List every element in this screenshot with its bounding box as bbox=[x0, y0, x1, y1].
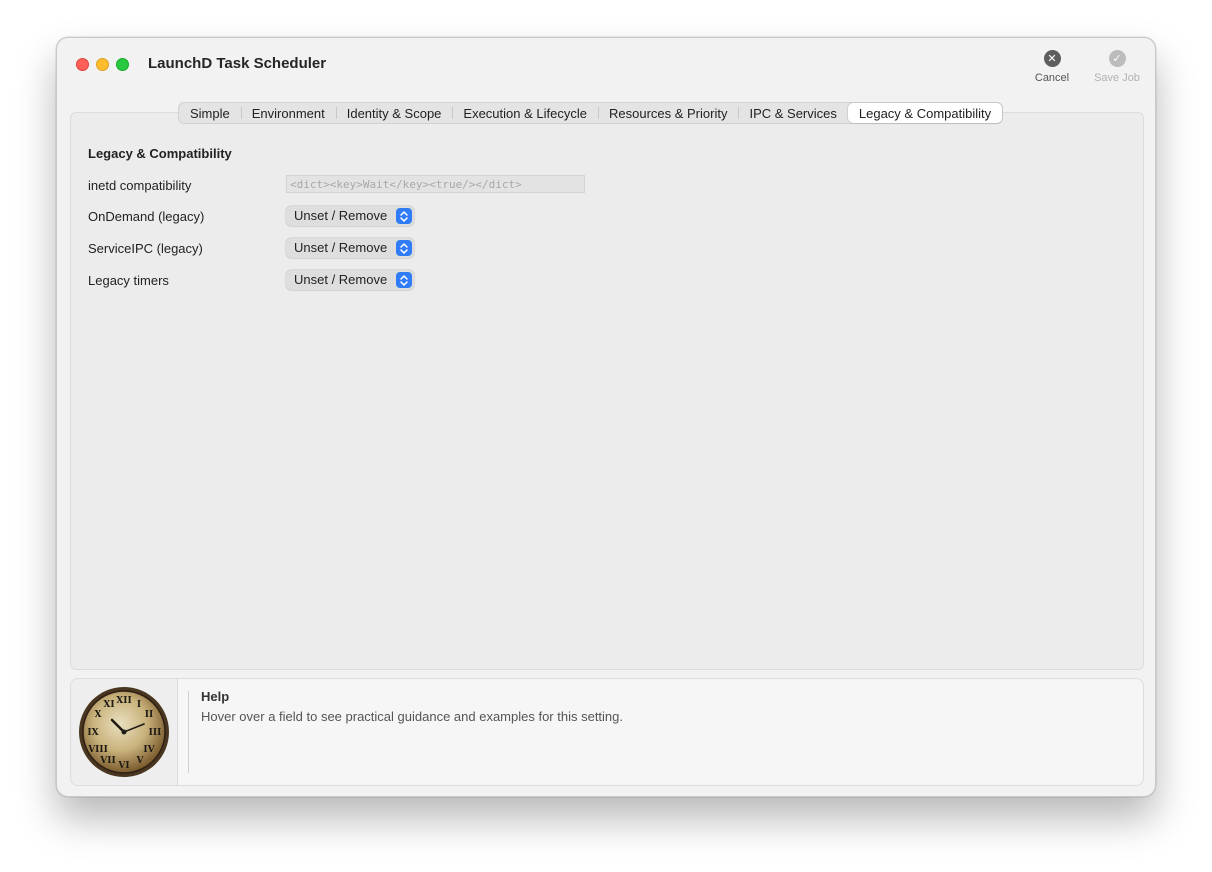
help-title: Help bbox=[201, 689, 230, 704]
svg-text:V: V bbox=[136, 756, 145, 766]
svg-text:II: II bbox=[145, 710, 153, 720]
help-panel: XII I II III IV V VI VII VIII IX X XI He… bbox=[70, 678, 1144, 786]
zoom-window-button[interactable] bbox=[116, 58, 129, 71]
cancel-x-icon: ✕ bbox=[1043, 50, 1061, 67]
settings-panel bbox=[70, 112, 1144, 670]
svg-text:IX: IX bbox=[87, 728, 98, 738]
legacy-timers-row: Legacy timers Unset / Remove bbox=[88, 270, 688, 290]
tab-ipc-services[interactable]: IPC & Services bbox=[738, 103, 847, 123]
serviceipc-row: ServiceIPC (legacy) Unset / Remove bbox=[88, 238, 688, 258]
svg-text:VII: VII bbox=[99, 756, 115, 766]
svg-text:IV: IV bbox=[143, 745, 155, 755]
svg-text:XII: XII bbox=[116, 696, 131, 706]
ondemand-select[interactable]: Unset / Remove bbox=[286, 206, 414, 226]
save-job-button[interactable]: ✓ Save Job bbox=[1087, 50, 1147, 84]
svg-text:X: X bbox=[95, 710, 102, 720]
tab-legacy-compatibility[interactable]: Legacy & Compatibility bbox=[847, 103, 1003, 123]
section-title: Legacy & Compatibility bbox=[88, 146, 232, 161]
minimize-window-button[interactable] bbox=[96, 58, 109, 71]
tab-bar: Simple Environment Identity & Scope Exec… bbox=[178, 102, 1004, 124]
serviceipc-value: Unset / Remove bbox=[294, 240, 388, 255]
inetd-compatibility-label: inetd compatibility bbox=[88, 178, 192, 193]
wall-clock-icon: XII I II III IV V VI VII VIII IX X XI bbox=[79, 687, 169, 777]
cancel-button[interactable]: ✕ Cancel bbox=[1025, 50, 1079, 84]
legacy-timers-value: Unset / Remove bbox=[294, 272, 388, 287]
chevron-up-down-icon bbox=[396, 208, 412, 224]
serviceipc-select[interactable]: Unset / Remove bbox=[286, 238, 414, 258]
tab-execution-lifecycle[interactable]: Execution & Lifecycle bbox=[452, 103, 598, 123]
inetd-compatibility-row: inetd compatibility <dict><key>Wait</key… bbox=[88, 175, 688, 195]
svg-text:VIII: VIII bbox=[87, 745, 108, 755]
tab-resources-priority[interactable]: Resources & Priority bbox=[597, 103, 738, 123]
checkmark-icon: ✓ bbox=[1108, 50, 1126, 67]
legacy-timers-select[interactable]: Unset / Remove bbox=[286, 270, 414, 290]
inetd-compatibility-field[interactable]: <dict><key>Wait</key><true/></dict> bbox=[286, 175, 585, 193]
svg-text:VI: VI bbox=[117, 761, 129, 771]
svg-text:III: III bbox=[149, 728, 162, 738]
window-title: LaunchD Task Scheduler bbox=[148, 55, 327, 72]
serviceipc-label: ServiceIPC (legacy) bbox=[88, 241, 203, 256]
cancel-label: Cancel bbox=[1034, 72, 1070, 84]
close-window-button[interactable] bbox=[76, 58, 89, 71]
app-window: LaunchD Task Scheduler ✕ Cancel ✓ Save J… bbox=[56, 37, 1156, 797]
ondemand-value: Unset / Remove bbox=[294, 208, 388, 223]
help-text: Hover over a field to see practical guid… bbox=[201, 709, 624, 724]
save-job-label: Save Job bbox=[1094, 72, 1140, 84]
ondemand-label: OnDemand (legacy) bbox=[88, 209, 205, 224]
help-divider bbox=[188, 691, 189, 773]
ondemand-row: OnDemand (legacy) Unset / Remove bbox=[88, 206, 688, 226]
tab-simple[interactable]: Simple bbox=[179, 103, 241, 123]
legacy-timers-label: Legacy timers bbox=[88, 273, 169, 288]
chevron-up-down-icon bbox=[396, 272, 412, 288]
tab-identity-scope[interactable]: Identity & Scope bbox=[335, 103, 453, 123]
svg-text:I: I bbox=[137, 700, 141, 710]
title-bar: LaunchD Task Scheduler ✕ Cancel ✓ Save J… bbox=[57, 38, 1155, 100]
svg-text:XI: XI bbox=[103, 700, 114, 710]
chevron-up-down-icon bbox=[396, 240, 412, 256]
tab-environment[interactable]: Environment bbox=[240, 103, 336, 123]
help-image: XII I II III IV V VI VII VIII IX X XI bbox=[71, 679, 178, 785]
